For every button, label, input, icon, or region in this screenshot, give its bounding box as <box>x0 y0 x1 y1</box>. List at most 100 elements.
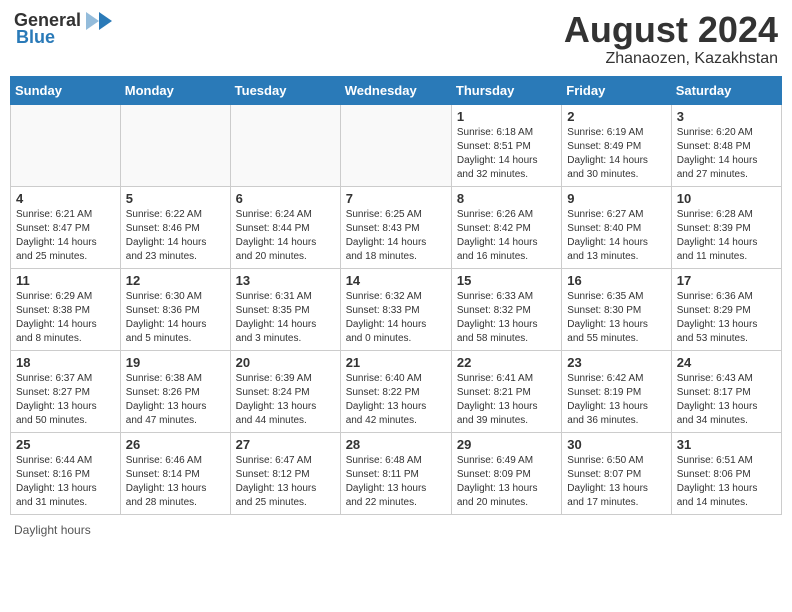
day-number: 10 <box>677 191 776 206</box>
day-number: 22 <box>457 355 556 370</box>
day-number: 23 <box>567 355 665 370</box>
day-number: 3 <box>677 109 776 124</box>
calendar-cell: 14 Sunrise: 6:32 AM Sunset: 8:33 PM Dayli… <box>340 268 451 350</box>
calendar-cell: 22 Sunrise: 6:41 AM Sunset: 8:21 PM Dayli… <box>451 350 561 432</box>
day-info: Sunrise: 6:48 AM Sunset: 8:11 PM Dayligh… <box>346 454 446 510</box>
calendar-day-header: Tuesday <box>230 76 340 104</box>
day-info: Sunrise: 6:40 AM Sunset: 8:22 PM Dayligh… <box>346 372 446 428</box>
calendar-day-header: Wednesday <box>340 76 451 104</box>
calendar-cell <box>340 104 451 186</box>
day-info: Sunrise: 6:46 AM Sunset: 8:14 PM Dayligh… <box>126 454 225 510</box>
day-number: 29 <box>457 437 556 452</box>
day-info: Sunrise: 6:32 AM Sunset: 8:33 PM Dayligh… <box>346 290 446 346</box>
calendar-cell: 17Sunrise: 6:36 AM Sunset: 8:29 PM Dayli… <box>671 268 781 350</box>
day-number: 1 <box>457 109 556 124</box>
location-subtitle: Zhanaozen, Kazakhstan <box>564 50 778 68</box>
day-info: Sunrise: 6:35 AM Sunset: 8:30 PM Dayligh… <box>567 290 665 346</box>
calendar-week-row: 18Sunrise: 6:37 AM Sunset: 8:27 PM Dayli… <box>11 350 782 432</box>
day-info: Sunrise: 6:21 AM Sunset: 8:47 PM Dayligh… <box>16 208 115 264</box>
calendar-cell: 12 Sunrise: 6:30 AM Sunset: 8:36 PM Dayli… <box>120 268 230 350</box>
day-info: Sunrise: 6:29 AM Sunset: 8:38 PM Dayligh… <box>16 290 115 346</box>
calendar-cell: 2Sunrise: 6:19 AM Sunset: 8:49 PM Daylig… <box>562 104 671 186</box>
calendar-cell: 19 Sunrise: 6:38 AM Sunset: 8:26 PM Dayli… <box>120 350 230 432</box>
day-number: 11 <box>16 273 115 288</box>
day-info: Sunrise: 6:24 AM Sunset: 8:44 PM Dayligh… <box>236 208 335 264</box>
footer: Daylight hours <box>10 523 782 537</box>
day-number: 13 <box>236 273 335 288</box>
logo: General Blue <box>14 10 113 48</box>
calendar-cell: 25Sunrise: 6:44 AM Sunset: 8:16 PM Dayli… <box>11 432 121 514</box>
day-info: Sunrise: 6:31 AM Sunset: 8:35 PM Dayligh… <box>236 290 335 346</box>
calendar-cell: 20Sunrise: 6:39 AM Sunset: 8:24 PM Dayli… <box>230 350 340 432</box>
day-number: 5 <box>126 191 225 206</box>
calendar-cell: 9Sunrise: 6:27 AM Sunset: 8:40 PM Daylig… <box>562 186 671 268</box>
calendar-cell: 16 Sunrise: 6:35 AM Sunset: 8:30 PM Dayli… <box>562 268 671 350</box>
calendar-week-row: 11 Sunrise: 6:29 AM Sunset: 8:38 PM Dayli… <box>11 268 782 350</box>
logo-blue-text: Blue <box>16 27 55 48</box>
day-info: Sunrise: 6:47 AM Sunset: 8:12 PM Dayligh… <box>236 454 335 510</box>
calendar-cell: 24 Sunrise: 6:43 AM Sunset: 8:17 PM Dayli… <box>671 350 781 432</box>
calendar-cell: 6 Sunrise: 6:24 AM Sunset: 8:44 PM Daylig… <box>230 186 340 268</box>
day-number: 15 <box>457 273 556 288</box>
day-number: 6 <box>236 191 335 206</box>
day-number: 7 <box>346 191 446 206</box>
calendar-week-row: 4Sunrise: 6:21 AM Sunset: 8:47 PM Daylig… <box>11 186 782 268</box>
calendar-week-row: 25Sunrise: 6:44 AM Sunset: 8:16 PM Dayli… <box>11 432 782 514</box>
calendar-cell: 1 Sunrise: 6:18 AM Sunset: 8:51 PM Daylig… <box>451 104 561 186</box>
calendar-cell <box>11 104 121 186</box>
calendar-header-row: SundayMondayTuesdayWednesdayThursdayFrid… <box>11 76 782 104</box>
logo-icon <box>85 11 113 31</box>
day-number: 20 <box>236 355 335 370</box>
day-info: Sunrise: 6:41 AM Sunset: 8:21 PM Dayligh… <box>457 372 556 428</box>
month-year-title: August 2024 <box>564 10 778 50</box>
calendar-cell: 15 Sunrise: 6:33 AM Sunset: 8:32 PM Dayli… <box>451 268 561 350</box>
day-info: Sunrise: 6:33 AM Sunset: 8:32 PM Dayligh… <box>457 290 556 346</box>
day-info: Sunrise: 6:26 AM Sunset: 8:42 PM Dayligh… <box>457 208 556 264</box>
day-info: Sunrise: 6:18 AM Sunset: 8:51 PM Dayligh… <box>457 126 556 182</box>
day-number: 31 <box>677 437 776 452</box>
day-number: 8 <box>457 191 556 206</box>
day-info: Sunrise: 6:38 AM Sunset: 8:26 PM Dayligh… <box>126 372 225 428</box>
calendar-cell: 31 Sunrise: 6:51 AM Sunset: 8:06 PM Dayli… <box>671 432 781 514</box>
day-info: Sunrise: 6:28 AM Sunset: 8:39 PM Dayligh… <box>677 208 776 264</box>
day-info: Sunrise: 6:49 AM Sunset: 8:09 PM Dayligh… <box>457 454 556 510</box>
day-info: Sunrise: 6:20 AM Sunset: 8:48 PM Dayligh… <box>677 126 776 182</box>
calendar-day-header: Sunday <box>11 76 121 104</box>
day-info: Sunrise: 6:30 AM Sunset: 8:36 PM Dayligh… <box>126 290 225 346</box>
page-header: General Blue August 2024 Zhanaozen, Kaza… <box>10 10 782 68</box>
calendar-cell: 8 Sunrise: 6:26 AM Sunset: 8:42 PM Daylig… <box>451 186 561 268</box>
calendar-cell <box>230 104 340 186</box>
calendar-cell <box>120 104 230 186</box>
calendar-cell: 28 Sunrise: 6:48 AM Sunset: 8:11 PM Dayli… <box>340 432 451 514</box>
day-info: Sunrise: 6:43 AM Sunset: 8:17 PM Dayligh… <box>677 372 776 428</box>
day-info: Sunrise: 6:50 AM Sunset: 8:07 PM Dayligh… <box>567 454 665 510</box>
calendar-cell: 11 Sunrise: 6:29 AM Sunset: 8:38 PM Dayli… <box>11 268 121 350</box>
day-number: 24 <box>677 355 776 370</box>
calendar-cell: 21Sunrise: 6:40 AM Sunset: 8:22 PM Dayli… <box>340 350 451 432</box>
calendar-table: SundayMondayTuesdayWednesdayThursdayFrid… <box>10 76 782 515</box>
calendar-day-header: Thursday <box>451 76 561 104</box>
day-info: Sunrise: 6:36 AM Sunset: 8:29 PM Dayligh… <box>677 290 776 346</box>
day-number: 28 <box>346 437 446 452</box>
day-number: 12 <box>126 273 225 288</box>
day-info: Sunrise: 6:27 AM Sunset: 8:40 PM Dayligh… <box>567 208 665 264</box>
calendar-day-header: Friday <box>562 76 671 104</box>
day-number: 14 <box>346 273 446 288</box>
calendar-cell: 26 Sunrise: 6:46 AM Sunset: 8:14 PM Dayli… <box>120 432 230 514</box>
calendar-cell: 7 Sunrise: 6:25 AM Sunset: 8:43 PM Daylig… <box>340 186 451 268</box>
calendar-cell: 27Sunrise: 6:47 AM Sunset: 8:12 PM Dayli… <box>230 432 340 514</box>
day-info: Sunrise: 6:25 AM Sunset: 8:43 PM Dayligh… <box>346 208 446 264</box>
day-info: Sunrise: 6:42 AM Sunset: 8:19 PM Dayligh… <box>567 372 665 428</box>
calendar-cell: 10 Sunrise: 6:28 AM Sunset: 8:39 PM Dayli… <box>671 186 781 268</box>
calendar-week-row: 1 Sunrise: 6:18 AM Sunset: 8:51 PM Daylig… <box>11 104 782 186</box>
calendar-cell: 13 Sunrise: 6:31 AM Sunset: 8:35 PM Dayli… <box>230 268 340 350</box>
day-info: Sunrise: 6:19 AM Sunset: 8:49 PM Dayligh… <box>567 126 665 182</box>
calendar-day-header: Saturday <box>671 76 781 104</box>
calendar-day-header: Monday <box>120 76 230 104</box>
day-info: Sunrise: 6:22 AM Sunset: 8:46 PM Dayligh… <box>126 208 225 264</box>
day-number: 26 <box>126 437 225 452</box>
day-info: Sunrise: 6:44 AM Sunset: 8:16 PM Dayligh… <box>16 454 115 510</box>
day-info: Sunrise: 6:51 AM Sunset: 8:06 PM Dayligh… <box>677 454 776 510</box>
day-number: 16 <box>567 273 665 288</box>
day-number: 19 <box>126 355 225 370</box>
